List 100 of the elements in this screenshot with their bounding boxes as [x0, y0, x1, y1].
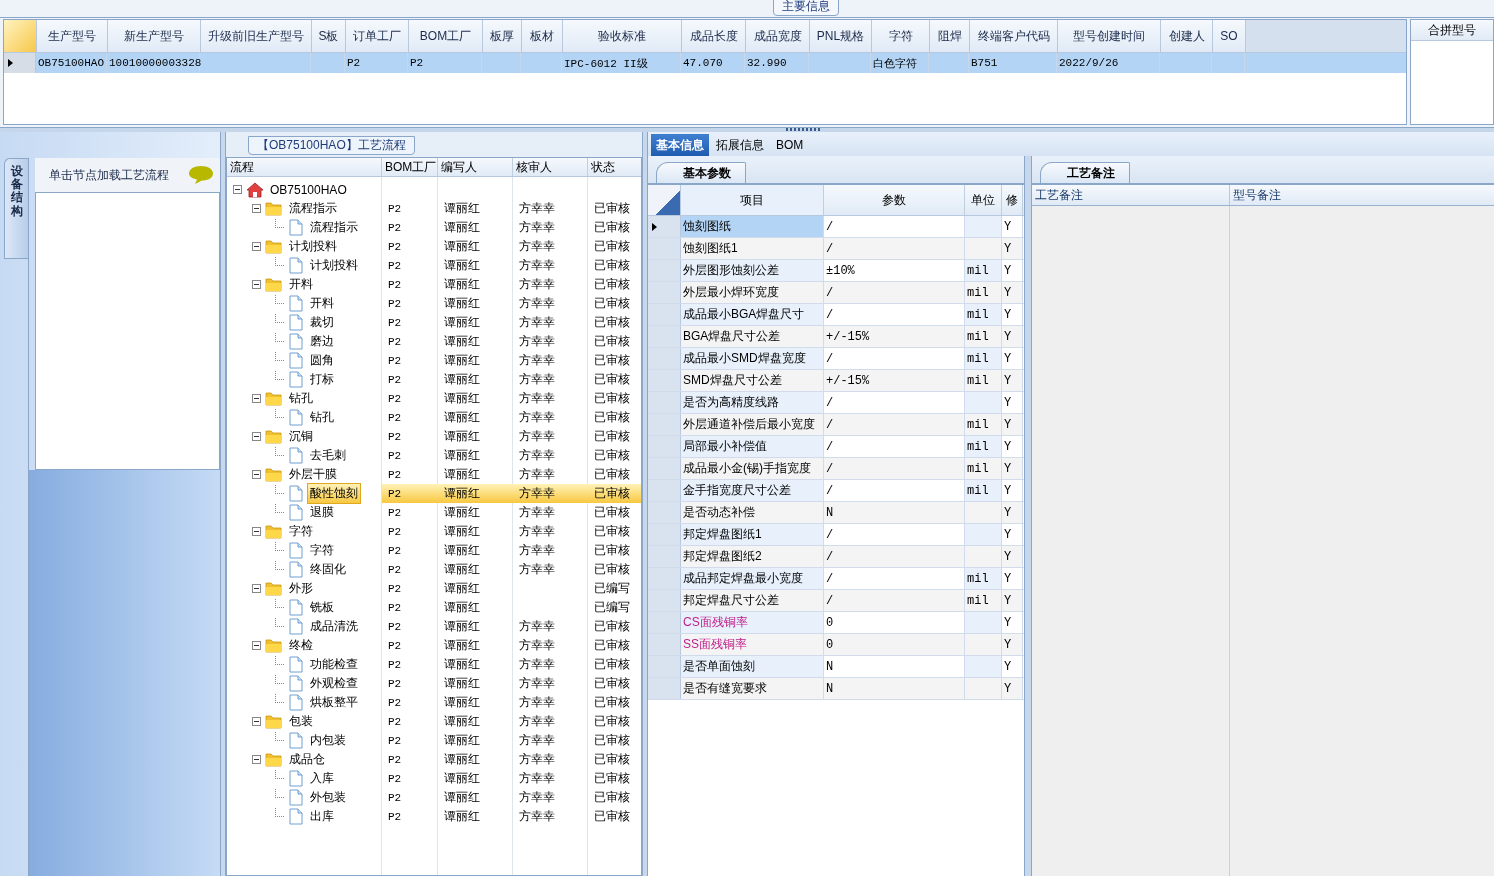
tree-node[interactable]: 成品清洗	[308, 617, 360, 636]
tree-node[interactable]: 入库	[308, 769, 336, 788]
table-cell[interactable]: SS面残铜率	[681, 634, 824, 655]
table-cell[interactable]: 成品最小SMD焊盘宽度	[681, 348, 824, 369]
column-header[interactable]: 核审人	[513, 158, 588, 176]
table-cell[interactable]: 外层通道补偿后最小宽度	[681, 414, 824, 435]
collapse-toggle[interactable]	[252, 204, 261, 213]
column-header[interactable]: 型号创建时间	[1058, 20, 1161, 53]
tree-node[interactable]: 开料	[308, 294, 336, 313]
collapse-toggle[interactable]	[252, 641, 261, 650]
tree-node[interactable]: 出库	[308, 807, 336, 826]
tab[interactable]: BOM	[771, 134, 809, 156]
tree-node[interactable]: 外层干膜	[287, 465, 339, 484]
table-cell[interactable]: BGA焊盘尺寸公差	[681, 326, 824, 347]
column-header[interactable]: 字符	[872, 20, 930, 53]
table-cell[interactable]: 蚀刻图纸	[681, 216, 824, 237]
tree-node[interactable]: 沉铜	[287, 427, 315, 446]
column-header[interactable]: 验收标准	[563, 20, 682, 53]
collapse-toggle[interactable]	[252, 584, 261, 593]
tree-node[interactable]: 酸性蚀刻	[308, 484, 360, 503]
table-cell[interactable]: 是否单面蚀刻	[681, 656, 824, 677]
tree-node[interactable]: 流程指示	[308, 218, 360, 237]
column-header[interactable]: 成品宽度	[746, 20, 810, 53]
column-header[interactable]: 板材	[522, 20, 563, 53]
column-header[interactable]: 型号备注	[1230, 185, 1494, 205]
tree-node[interactable]: 圆角	[308, 351, 336, 370]
column-header[interactable]: 订单工厂	[346, 20, 409, 53]
collapse-toggle[interactable]	[252, 717, 261, 726]
collapse-toggle[interactable]	[252, 394, 261, 403]
tree-node[interactable]: 外包装	[308, 788, 348, 807]
tree-node[interactable]: OB75100HAO	[268, 181, 349, 198]
tab[interactable]: 工艺备注	[1040, 162, 1130, 183]
collapse-toggle[interactable]	[252, 242, 261, 251]
column-header[interactable]: 新生产型号	[108, 20, 201, 53]
table-cell[interactable]: SMD焊盘尺寸公差	[681, 370, 824, 391]
column-header[interactable]: S板	[312, 20, 346, 53]
tree-node[interactable]: 功能检查	[308, 655, 360, 674]
column-header[interactable]: BOM工厂	[382, 158, 438, 176]
tree-node[interactable]: 内包装	[308, 731, 348, 750]
table-cell[interactable]: 成品最小金(锡)手指宽度	[681, 458, 824, 479]
column-header[interactable]: 升级前旧生产型号	[201, 20, 312, 53]
column-header[interactable]: 流程	[227, 158, 382, 176]
table-cell[interactable]: 成品最小BGA焊盘尺寸	[681, 304, 824, 325]
splitter-grip[interactable]	[786, 128, 822, 131]
column-header[interactable]: 阻焊	[930, 20, 970, 53]
column-header[interactable]: 修	[1002, 185, 1023, 215]
column-header[interactable]: 工艺备注	[1032, 185, 1230, 205]
collapse-toggle[interactable]	[233, 185, 242, 194]
tree-node[interactable]: 终固化	[308, 560, 348, 579]
column-header[interactable]: BOM工厂	[409, 20, 483, 53]
table-cell[interactable]: 是否有缝宽要求	[681, 678, 824, 699]
tree-node[interactable]: 字符	[287, 522, 315, 541]
vertical-tab[interactable]: 设备结构	[4, 158, 28, 259]
table-cell[interactable]: 邦定焊盘尺寸公差	[681, 590, 824, 611]
table-cell[interactable]: 金手指宽度尺寸公差	[681, 480, 824, 501]
row-header[interactable]	[4, 53, 36, 73]
collapse-toggle[interactable]	[252, 527, 261, 536]
table-cell[interactable]: 邦定焊盘图纸1	[681, 524, 824, 545]
collapse-toggle[interactable]	[252, 470, 261, 479]
tree-node[interactable]: 计划投料	[308, 256, 360, 275]
tree-node[interactable]: 流程指示	[287, 199, 339, 218]
column-header[interactable]: 合拼型号	[1411, 20, 1493, 41]
tree-node[interactable]: 外形	[287, 579, 315, 598]
tab[interactable]: 拓展信息	[711, 134, 769, 156]
tree-node[interactable]: 字符	[308, 541, 336, 560]
column-header[interactable]: 编写人	[438, 158, 513, 176]
tree-node[interactable]: 磨边	[308, 332, 336, 351]
tab[interactable]: 基本参数	[656, 162, 746, 183]
tree-node[interactable]: 打标	[308, 370, 336, 389]
column-header[interactable]: PNL规格	[810, 20, 872, 53]
tree-node[interactable]: 成品仓	[287, 750, 327, 769]
tree-node[interactable]: 外观检查	[308, 674, 360, 693]
column-header[interactable]: 板厚	[483, 20, 522, 53]
row-header[interactable]	[648, 216, 681, 237]
column-header[interactable]: 终端客户代码	[970, 20, 1058, 53]
column-header[interactable]: 项目	[681, 185, 824, 215]
tree-node[interactable]: 去毛刺	[308, 446, 348, 465]
table-cell[interactable]: CS面残铜率	[681, 612, 824, 633]
tree-node[interactable]: 退膜	[308, 503, 336, 522]
table-cell[interactable]: 外层图形蚀刻公差	[681, 260, 824, 281]
table-cell[interactable]: 是否为高精度线路	[681, 392, 824, 413]
tree-node[interactable]: 开料	[287, 275, 315, 294]
splitter-bar[interactable]	[220, 132, 226, 876]
column-header[interactable]: 创建人	[1161, 20, 1213, 53]
table-cell[interactable]: 局部最小补偿值	[681, 436, 824, 457]
tree-node[interactable]: 终检	[287, 636, 315, 655]
collapse-toggle[interactable]	[252, 432, 261, 441]
tree-node[interactable]: 钻孔	[287, 389, 315, 408]
tree-node[interactable]: 烘板整平	[308, 693, 360, 712]
tab[interactable]: 基本信息	[651, 134, 709, 156]
tree-node[interactable]: 包装	[287, 712, 315, 731]
collapse-toggle[interactable]	[252, 280, 261, 289]
table-cell[interactable]: 成品邦定焊盘最小宽度	[681, 568, 824, 589]
column-header[interactable]: SO	[1213, 20, 1246, 53]
table-cell[interactable]: 外层最小焊环宽度	[681, 282, 824, 303]
collapse-toggle[interactable]	[252, 755, 261, 764]
column-header[interactable]: 成品长度	[682, 20, 746, 53]
tree-node[interactable]: 裁切	[308, 313, 336, 332]
column-header[interactable]: 生产型号	[37, 20, 108, 53]
tree-node[interactable]: 铣板	[308, 598, 336, 617]
